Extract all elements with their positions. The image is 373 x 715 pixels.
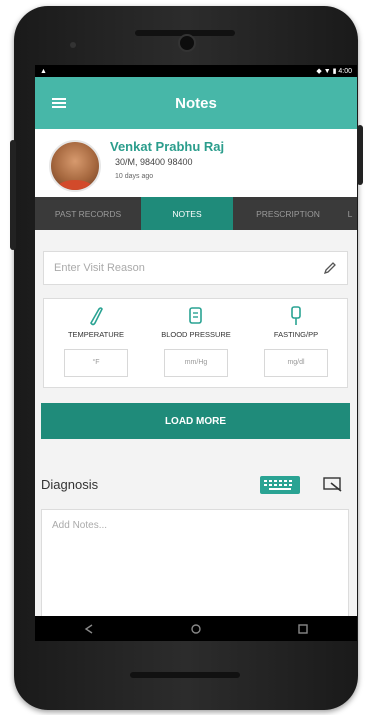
temperature-label: TEMPERATURE <box>67 330 125 339</box>
tab-prescription[interactable]: PRESCRIPTION <box>233 197 343 230</box>
tab-past-records[interactable]: PAST RECORDS <box>35 197 141 230</box>
app-bar: Notes <box>35 77 357 129</box>
visit-reason-input[interactable]: Enter Visit Reason <box>43 251 348 285</box>
patient-name: Venkat Prabhu Raj <box>110 139 225 154</box>
handwriting-icon[interactable] <box>323 476 343 493</box>
fasting-label: FASTING/PP <box>273 330 319 339</box>
recents-icon[interactable] <box>296 623 310 634</box>
bottom-speaker <box>130 672 240 678</box>
page-title: Notes <box>175 94 217 112</box>
android-nav-bar <box>35 616 357 641</box>
vital-blood-pressure: BLOOD PRESSURE mm/Hg <box>146 305 246 377</box>
vital-temperature: TEMPERATURE °F <box>46 305 146 377</box>
volume-button <box>10 140 16 250</box>
avatar[interactable] <box>49 140 101 192</box>
status-right-icons: ◆ ▼ ▮ 4:00 <box>316 68 352 75</box>
status-bar: ▲ ◆ ▼ ▮ 4:00 <box>35 65 357 77</box>
proximity-sensor <box>70 42 76 48</box>
status-left-indicator: ▲ <box>40 67 47 75</box>
fasting-input[interactable]: mg/dl <box>264 349 328 377</box>
notes-placeholder: Add Notes... <box>52 520 108 531</box>
app-screen: ▲ ◆ ▼ ▮ 4:00 Notes Venkat Prabhu Raj 30/… <box>35 65 357 641</box>
diagnosis-label: Diagnosis <box>41 477 99 492</box>
vitals-panel: TEMPERATURE °F BLOOD PRESSURE mm/Hg FAST… <box>43 298 348 388</box>
last-visit-time: 10 days ago <box>115 173 154 180</box>
front-camera <box>178 34 196 52</box>
blood-pressure-label: BLOOD PRESSURE <box>161 330 231 339</box>
glucose-icon <box>291 306 301 325</box>
bp-cuff-icon <box>189 307 202 324</box>
blood-pressure-input[interactable]: mm/Hg <box>164 349 228 377</box>
load-more-button[interactable]: LOAD MORE <box>41 403 350 439</box>
hamburger-icon[interactable] <box>52 98 66 108</box>
temperature-input[interactable]: °F <box>64 349 128 377</box>
home-icon[interactable] <box>189 623 203 634</box>
keyboard-icon[interactable] <box>259 475 301 495</box>
pencil-icon[interactable] <box>323 261 337 275</box>
tab-notes[interactable]: NOTES <box>141 197 233 230</box>
tab-bar: PAST RECORDS NOTES PRESCRIPTION L <box>35 197 357 230</box>
back-icon[interactable] <box>82 623 96 634</box>
tab-more[interactable]: L <box>343 197 357 230</box>
patient-info: 30/M, 98400 98400 <box>115 157 193 167</box>
patient-header: Venkat Prabhu Raj 30/M, 98400 98400 10 d… <box>35 129 357 197</box>
power-button <box>357 125 363 185</box>
thermometer-icon <box>90 307 103 326</box>
vital-fasting: FASTING/PP mg/dl <box>246 305 346 377</box>
visit-reason-placeholder: Enter Visit Reason <box>54 262 145 274</box>
